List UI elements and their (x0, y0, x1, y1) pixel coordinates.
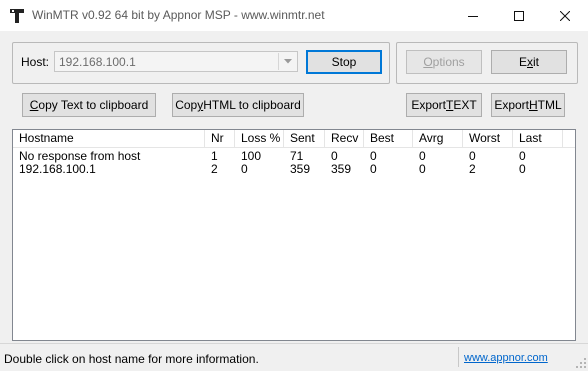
status-text: Double click on host name for more infor… (4, 352, 259, 366)
winmtr-window: WinMTR v0.92 64 bit by Appnor MSP - www.… (0, 0, 588, 369)
column-header-hostname[interactable]: Hostname (13, 130, 205, 147)
close-button[interactable] (542, 0, 588, 31)
cell-loss: 0 (241, 162, 248, 176)
cell-hostname: 192.168.100.1 (19, 162, 96, 176)
minimize-icon (468, 15, 478, 17)
export-html-button[interactable]: Export H TML (491, 93, 565, 117)
cell-worst: 2 (469, 162, 476, 176)
close-icon (560, 10, 570, 21)
status-divider (458, 347, 459, 367)
resize-grip-icon[interactable] (576, 357, 586, 368)
window-title: WinMTR v0.92 64 bit by Appnor MSP - www.… (32, 8, 325, 22)
column-header-sent[interactable]: Sent (284, 130, 325, 147)
cell-nr: 2 (211, 162, 218, 176)
host-value[interactable]: 192.168.100.1 (59, 55, 136, 69)
host-combobox[interactable]: 192.168.100.1 (54, 51, 298, 72)
cell-last: 0 (519, 162, 526, 176)
column-header-last[interactable]: Last (513, 130, 563, 147)
maximize-icon (514, 10, 524, 21)
cell-nr: 1 (211, 149, 218, 163)
chevron-down-icon (283, 59, 292, 64)
cell-best: 0 (370, 149, 377, 163)
export-text-button[interactable]: Export T EXT (406, 93, 482, 117)
cell-avrg: 0 (419, 149, 426, 163)
cell-last: 0 (519, 149, 526, 163)
winmtr-app-icon (9, 8, 25, 24)
table-header: Hostname Nr Loss % Sent Recv Best Avrg W… (13, 130, 575, 148)
appnor-link[interactable]: www.appnor.com (464, 352, 548, 364)
cell-avrg: 0 (419, 162, 426, 176)
maximize-button[interactable] (496, 0, 542, 31)
table-row[interactable]: 192.168.100.1 2 0 359 359 0 0 2 0 (13, 162, 575, 176)
host-label: Host: (21, 55, 50, 69)
dropdown-button[interactable] (278, 53, 296, 70)
cell-best: 0 (370, 162, 377, 176)
minimize-button[interactable] (450, 0, 496, 31)
exit-button[interactable]: Ex it (491, 50, 567, 74)
cell-worst: 0 (469, 149, 476, 163)
cell-sent: 71 (290, 149, 304, 163)
cell-loss: 100 (241, 149, 262, 163)
status-bar: Double click on host name for more infor… (0, 343, 588, 369)
column-header-recv[interactable]: Recv (325, 130, 364, 147)
column-header-loss[interactable]: Loss % (235, 130, 284, 147)
cell-hostname: No response from host (19, 149, 141, 163)
table-row[interactable]: No response from host 1 100 71 0 0 0 0 0 (13, 149, 575, 163)
copy-text-button[interactable]: Copy Text to clipboard (22, 93, 156, 117)
column-header-avrg[interactable]: Avrg (413, 130, 463, 147)
column-header-worst[interactable]: Worst (463, 130, 513, 147)
copy-html-button[interactable]: Cop y HTML to clipboard (172, 93, 304, 117)
title-bar[interactable]: WinMTR v0.92 64 bit by Appnor MSP - www.… (0, 0, 588, 31)
column-header-nr[interactable]: Nr (205, 130, 235, 147)
cell-recv: 0 (331, 149, 338, 163)
stop-button[interactable]: Stop (306, 50, 382, 74)
column-header-best[interactable]: Best (364, 130, 413, 147)
cell-sent: 359 (290, 162, 311, 176)
cell-recv: 359 (331, 162, 352, 176)
options-button[interactable]: Options (406, 50, 482, 74)
results-table[interactable]: Hostname Nr Loss % Sent Recv Best Avrg W… (12, 129, 576, 341)
